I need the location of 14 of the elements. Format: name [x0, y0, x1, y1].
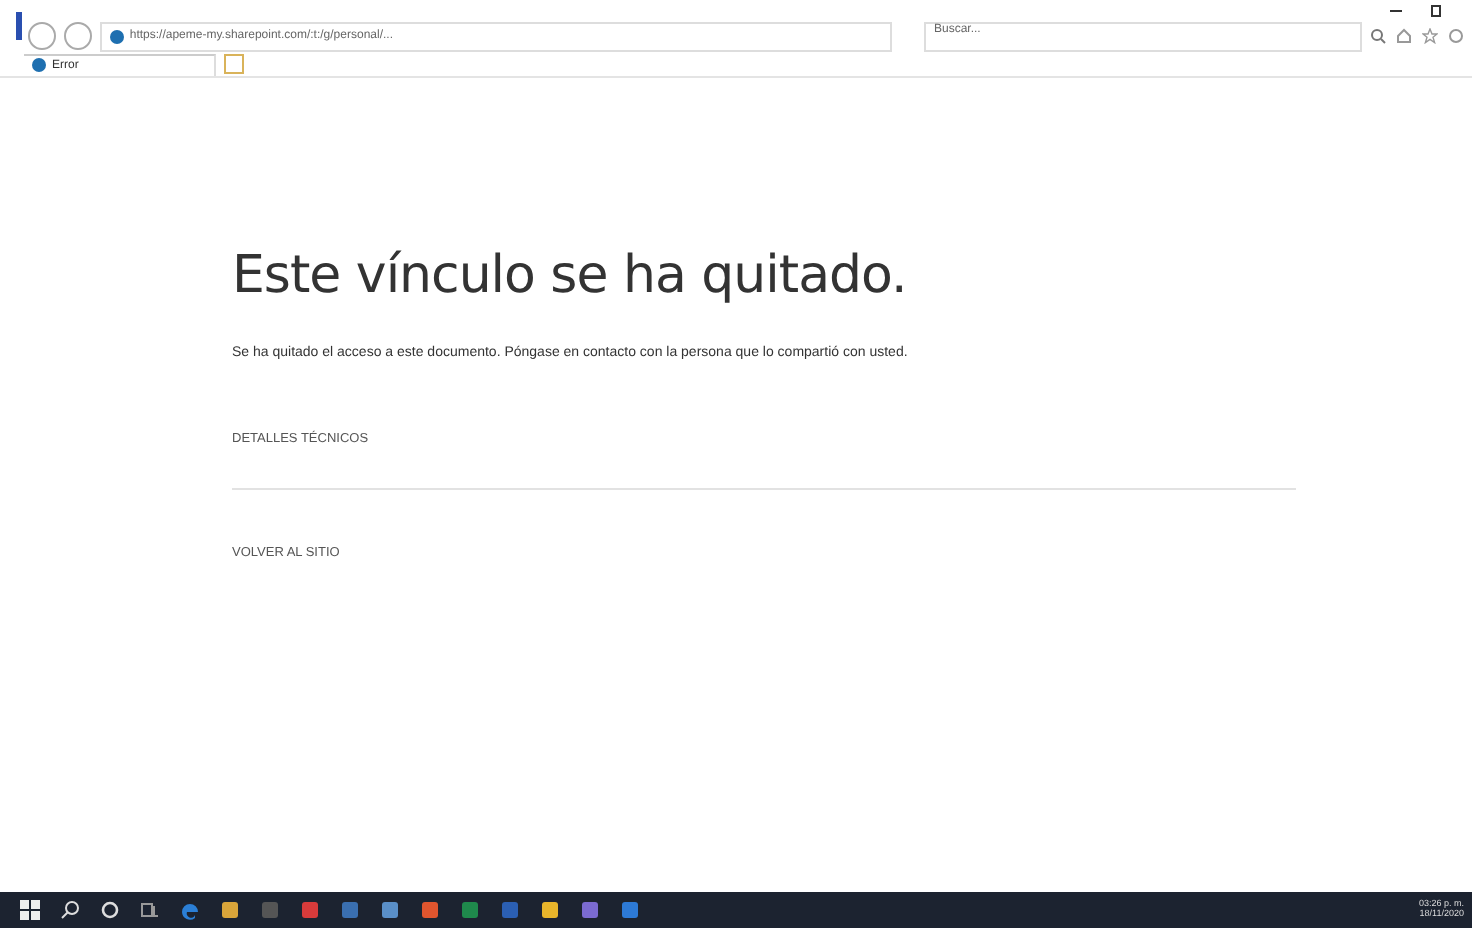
star-icon[interactable]	[1422, 28, 1438, 44]
forward-button[interactable]	[63, 22, 92, 50]
home-icon[interactable]	[1396, 28, 1412, 44]
settings-icon[interactable]	[1448, 28, 1464, 44]
windows-icon[interactable]	[20, 900, 40, 920]
search-icon[interactable]	[60, 900, 80, 920]
back-button[interactable]	[28, 22, 56, 50]
edge-icon[interactable]	[180, 900, 200, 920]
page-heading: Este vínculo se ha quitado.	[232, 246, 909, 306]
restore-icon[interactable]	[1428, 4, 1444, 18]
task-view-icon[interactable]	[140, 900, 160, 920]
new-tab-button[interactable]	[224, 54, 244, 74]
minimize-icon[interactable]	[1388, 4, 1404, 18]
circle-icon[interactable]	[100, 900, 120, 920]
